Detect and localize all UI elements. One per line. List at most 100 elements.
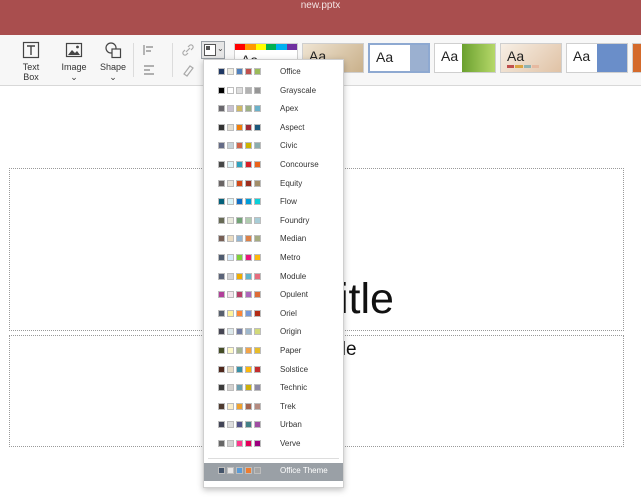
eraser-icon[interactable] [181,63,195,77]
color-swatch [236,421,243,429]
color-scheme-item[interactable]: Paper [204,343,343,361]
color-swatch [245,421,252,429]
color-scheme-item[interactable]: Technic [204,380,343,398]
align-icon[interactable] [142,43,156,57]
color-scheme-item[interactable]: Solstice [204,362,343,380]
color-scheme-item[interactable]: Foundry [204,213,343,231]
color-scheme-item[interactable]: Concourse [204,157,343,175]
color-swatch [218,347,225,354]
color-swatch [227,161,234,168]
color-scheme-icon [204,44,216,56]
color-swatch [218,235,225,243]
theme-thumbnail[interactable]: Aa [566,43,628,73]
color-scheme-label: Origin [280,327,302,337]
shape-button[interactable]: Shape ⌄ [96,41,130,83]
color-swatch [236,440,243,447]
image-button[interactable]: Image ⌄ [57,41,91,83]
color-swatches [218,328,261,336]
text-box-button[interactable]: Text Box [14,41,48,82]
theme-preview-text: Aa [441,48,459,64]
color-scheme-item[interactable]: Grayscale [204,83,343,101]
menu-divider [208,458,339,459]
color-swatch [218,467,225,474]
theme-thumbnail[interactable]: Aa [368,43,430,73]
color-scheme-item-selected[interactable]: Office Theme [204,463,343,481]
color-swatch [227,421,234,429]
image-label: Image ⌄ [61,62,87,82]
color-swatch [227,142,234,150]
theme-preview-text: Aa [507,48,525,64]
color-scheme-label: Trek [280,401,296,411]
color-scheme-label: Verve [280,439,301,448]
color-swatch [254,328,261,336]
color-swatch [245,161,252,168]
color-scheme-label: Metro [280,253,301,262]
color-swatch [227,309,234,317]
color-swatch [236,105,243,113]
color-scheme-label: Equity [280,178,303,188]
color-swatch [218,68,225,75]
color-scheme-label: Opulent [280,290,309,300]
color-scheme-item[interactable]: Urban [204,417,343,435]
color-scheme-label: Solstice [280,364,309,374]
color-scheme-item[interactable]: Module [204,269,343,287]
color-scheme-item[interactable]: Origin [204,324,343,342]
arrange-icon[interactable] [142,63,156,77]
color-swatch [227,467,234,474]
color-scheme-label: Office Theme [280,466,328,475]
color-scheme-item[interactable]: Median [204,231,343,249]
color-swatch [254,142,261,150]
color-swatch [218,328,225,336]
color-swatches [218,68,261,75]
color-swatch [254,235,261,243]
color-swatch [236,198,243,206]
color-swatch [218,123,225,131]
color-swatch [254,309,261,317]
color-scheme-item[interactable]: Verve [204,436,343,454]
color-swatch [245,235,252,243]
color-swatch [227,347,234,354]
chevron-down-icon: ⌄ [217,44,224,53]
color-swatch [236,384,243,392]
color-swatch [227,272,234,280]
color-swatches [218,198,261,206]
color-swatch [227,105,234,113]
color-scheme-label: Concourse [280,160,319,169]
color-swatch [254,347,261,354]
color-swatch [218,179,225,187]
color-swatch [236,235,243,243]
color-swatch [218,309,225,317]
color-scheme-item[interactable]: Aspect [204,120,343,138]
color-scheme-button[interactable]: ⌄ [201,41,225,59]
color-scheme-item[interactable]: Opulent [204,287,343,305]
theme-preview-text: Aa [573,48,591,64]
color-scheme-item[interactable]: Apex [204,101,343,119]
color-scheme-label: Aspect [280,122,305,132]
color-swatch [254,123,261,131]
color-swatch [254,254,261,261]
color-swatches [218,384,261,392]
theme-thumbnail[interactable]: Aa [632,43,641,73]
color-scheme-label: Office [280,67,301,76]
color-swatch [254,161,261,168]
color-scheme-item[interactable]: Civic [204,138,343,156]
color-swatches [218,123,261,131]
color-scheme-item[interactable]: Flow [204,194,343,212]
link-icon[interactable] [181,43,195,57]
theme-thumbnail[interactable]: Aa [434,43,496,73]
color-scheme-item[interactable]: Trek [204,399,343,417]
color-swatch [254,216,261,224]
color-swatch [218,384,225,392]
toolbar-divider [133,43,134,77]
color-swatch [218,421,225,429]
color-scheme-item[interactable]: Metro [204,250,343,268]
color-swatch [227,216,234,224]
color-swatch [218,402,225,410]
color-swatch [245,365,252,373]
color-scheme-item[interactable]: Equity [204,176,343,194]
color-scheme-item[interactable]: Office [204,64,343,82]
color-scheme-item[interactable]: Oriel [204,306,343,324]
color-swatch [236,86,243,94]
theme-thumbnail[interactable]: Aa [500,43,562,73]
color-scheme-label: Median [280,234,307,244]
